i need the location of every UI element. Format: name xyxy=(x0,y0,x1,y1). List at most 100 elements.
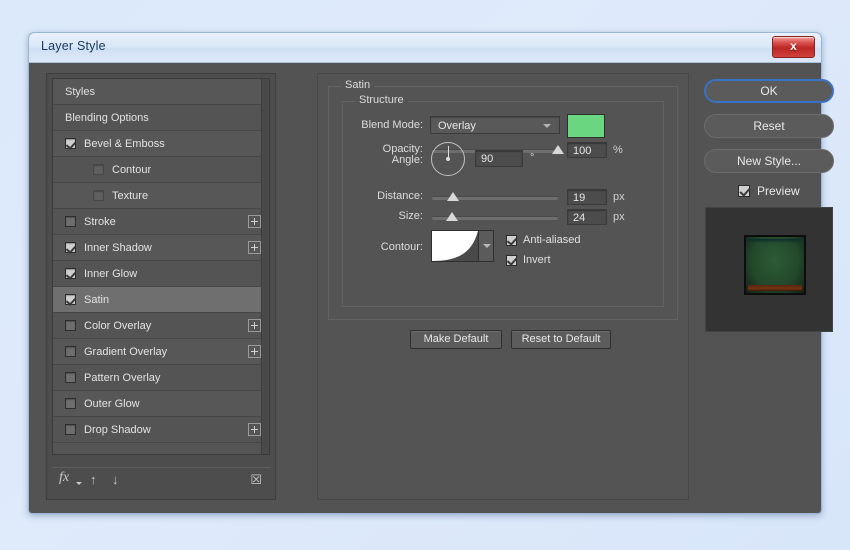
close-icon: x xyxy=(790,39,797,53)
effect-enable-checkbox[interactable] xyxy=(93,164,104,175)
size-slider-thumb[interactable] xyxy=(446,212,459,221)
angle-input[interactable]: 90 xyxy=(475,150,523,167)
sidebar-item-label: Inner Shadow xyxy=(84,242,152,254)
sidebar-item-blending-options[interactable]: Blending Options xyxy=(53,105,269,131)
angle-value: 90 xyxy=(481,153,494,165)
fx-icon[interactable]: fx xyxy=(59,470,69,486)
angle-unit: ° xyxy=(530,152,535,164)
effect-enable-checkbox[interactable] xyxy=(65,372,76,383)
chevron-down-icon xyxy=(483,244,491,248)
distance-unit: px xyxy=(613,191,625,203)
sidebar-item-bevel-emboss[interactable]: Bevel & Emboss xyxy=(53,131,269,157)
preview-thumb-shadow xyxy=(748,285,802,291)
effect-enable-checkbox[interactable] xyxy=(65,242,76,253)
checkbox-icon xyxy=(738,185,750,197)
effect-enable-checkbox[interactable] xyxy=(65,138,76,149)
effect-enable-checkbox[interactable] xyxy=(65,424,76,435)
sidebar-item-label: Color Overlay xyxy=(84,320,152,332)
sidebar-item-pattern-overlay[interactable]: Pattern Overlay xyxy=(53,365,269,391)
sidebar-item-label: Inner Glow xyxy=(84,268,138,280)
ok-button[interactable]: OK xyxy=(704,79,834,103)
add-effect-icon[interactable] xyxy=(248,345,261,358)
chevron-down-icon xyxy=(543,124,551,128)
distance-value: 19 xyxy=(573,192,586,204)
add-effect-icon[interactable] xyxy=(248,319,261,332)
sidebar-item-styles[interactable]: Styles xyxy=(53,79,269,105)
satin-group-title: Satin xyxy=(341,79,375,91)
satin-settings-panel: Satin Structure Blend Mode: Overlay Opac… xyxy=(317,73,689,500)
preview-panel xyxy=(705,207,833,332)
effect-enable-checkbox[interactable] xyxy=(65,294,76,305)
sidebar-item-outer-glow[interactable]: Outer Glow xyxy=(53,391,269,417)
move-down-icon[interactable]: ↓ xyxy=(112,472,119,487)
layer-style-dialog: Layer Style x Styles Blending Options Beve… xyxy=(28,32,834,514)
contour-dropdown-button[interactable] xyxy=(479,230,494,262)
reset-to-default-button[interactable]: Reset to Default xyxy=(511,330,611,349)
add-effect-icon[interactable] xyxy=(248,241,261,254)
size-input[interactable]: 24 xyxy=(567,209,607,225)
dialog-body: Styles Blending Options Bevel & Emboss Cont… xyxy=(29,63,834,513)
sidebar-item-gradient-overlay[interactable]: Gradient Overlay xyxy=(53,339,269,365)
delete-effect-icon[interactable]: ☒ xyxy=(250,472,262,488)
window-title: Layer Style xyxy=(41,39,106,53)
sidebar-item-label: Contour xyxy=(112,164,152,176)
effect-enable-checkbox[interactable] xyxy=(65,398,76,409)
satin-group: Satin Structure Blend Mode: Overlay Opac… xyxy=(328,79,678,320)
opacity-unit: % xyxy=(613,144,623,156)
opacity-slider-thumb[interactable] xyxy=(552,145,564,154)
contour-label: Contour: xyxy=(380,241,423,253)
contour-preview[interactable] xyxy=(431,230,479,262)
sidebar-item-texture[interactable]: Texture xyxy=(53,183,269,209)
structure-group: Structure Blend Mode: Overlay Opacity: 1… xyxy=(342,94,664,307)
title-bar[interactable]: Layer Style x xyxy=(29,33,821,63)
effect-enable-checkbox[interactable] xyxy=(65,216,76,227)
effect-enable-checkbox[interactable] xyxy=(65,320,76,331)
move-up-icon[interactable]: ↑ xyxy=(90,472,97,487)
sidebar-item-label: Satin xyxy=(84,294,110,306)
sidebar-item-color-overlay[interactable]: Color Overlay xyxy=(53,313,269,339)
blend-mode-select[interactable]: Overlay xyxy=(430,116,560,134)
size-label: Size: xyxy=(398,210,423,222)
sidebar-item-contour[interactable]: Contour xyxy=(53,157,269,183)
sidebar-item-label: Outer Glow xyxy=(84,398,140,410)
fx-caret-icon[interactable] xyxy=(76,482,82,485)
add-effect-icon[interactable] xyxy=(248,215,261,228)
anti-aliased-label: Anti-aliased xyxy=(523,234,581,246)
size-unit: px xyxy=(613,211,625,223)
checkbox-icon xyxy=(506,255,517,266)
sidebar-item-label: Stroke xyxy=(84,216,116,228)
contour-curve-icon xyxy=(432,231,478,261)
reset-button[interactable]: Reset xyxy=(704,114,834,138)
actions-panel: OK Reset New Style... Preview xyxy=(704,73,836,500)
sidebar-item-inner-glow[interactable]: Inner Glow xyxy=(53,261,269,287)
sidebar-item-stroke[interactable]: Stroke xyxy=(53,209,269,235)
styles-list-scrollbar[interactable] xyxy=(261,79,269,454)
effect-enable-checkbox[interactable] xyxy=(65,268,76,279)
sidebar-item-label: Texture xyxy=(112,190,149,202)
new-style-button[interactable]: New Style... xyxy=(704,149,834,173)
sidebar-item-label: Gradient Overlay xyxy=(84,346,168,358)
sidebar-item-inner-shadow[interactable]: Inner Shadow xyxy=(53,235,269,261)
satin-color-swatch[interactable] xyxy=(567,114,605,138)
sidebar-item-drop-shadow[interactable]: Drop Shadow xyxy=(53,417,269,443)
opacity-input[interactable]: 100 xyxy=(567,142,607,158)
angle-dial[interactable] xyxy=(431,142,465,176)
make-default-button[interactable]: Make Default xyxy=(410,330,502,349)
effect-enable-checkbox[interactable] xyxy=(65,346,76,357)
angle-center-dot-icon xyxy=(446,157,450,161)
sidebar-item-label: Pattern Overlay xyxy=(84,372,161,384)
sidebar-item-satin[interactable]: Satin xyxy=(53,287,269,313)
preview-thumbnail xyxy=(744,235,806,295)
styles-list: Styles Blending Options Bevel & Emboss Cont… xyxy=(52,78,270,455)
sidebar-item-label: Styles xyxy=(65,86,95,98)
preview-label: Preview xyxy=(757,184,800,198)
effect-enable-checkbox[interactable] xyxy=(93,190,104,201)
close-button[interactable]: x xyxy=(772,36,815,58)
sidebar-item-label: Drop Shadow xyxy=(84,424,151,436)
distance-slider-thumb[interactable] xyxy=(447,192,460,201)
checkbox-icon xyxy=(506,235,517,246)
structure-group-title: Structure xyxy=(355,94,408,106)
add-effect-icon[interactable] xyxy=(248,423,261,436)
opacity-value: 100 xyxy=(573,145,592,157)
distance-input[interactable]: 19 xyxy=(567,189,607,205)
